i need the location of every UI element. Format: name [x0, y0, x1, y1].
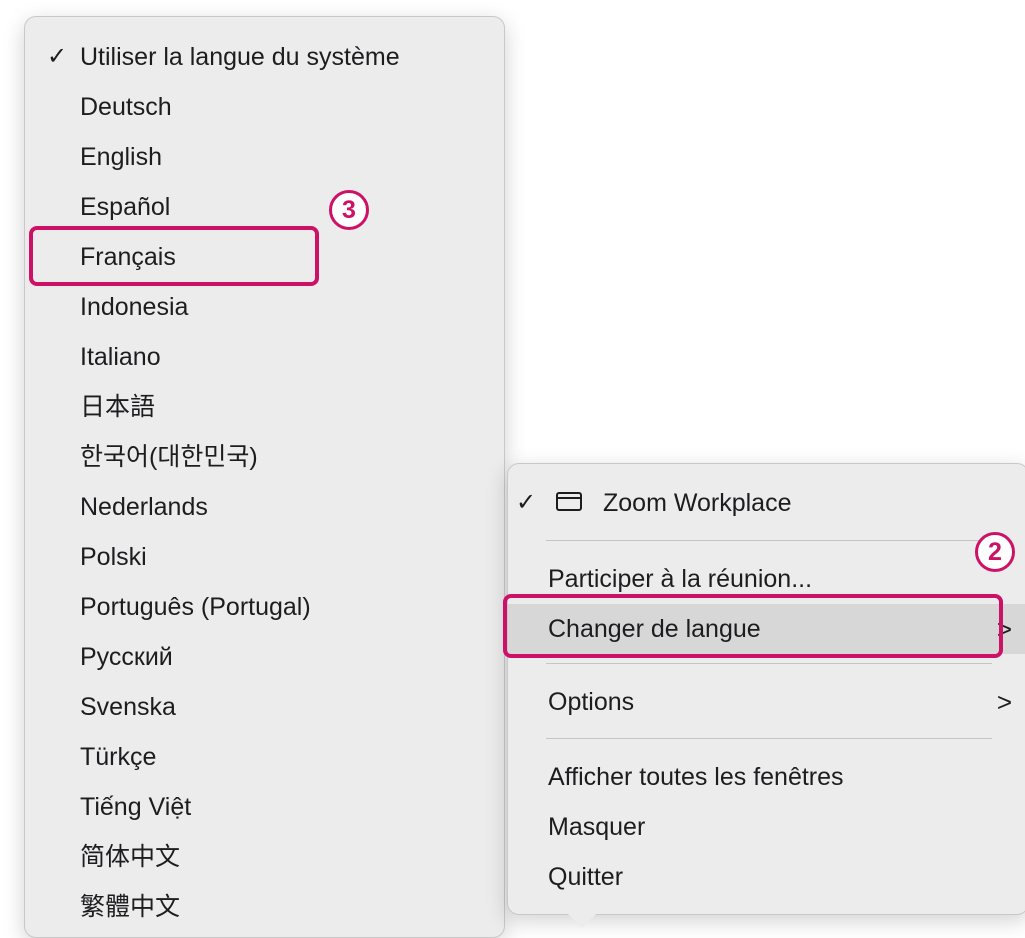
menu-item-label: 繁體中文: [80, 893, 181, 921]
step-3-badge: 3: [329, 190, 369, 230]
menu-item-portugues[interactable]: Português (Portugal): [25, 582, 504, 632]
menu-item-indonesia[interactable]: Indonesia: [25, 282, 504, 332]
menu-item-label: Svenska: [80, 693, 176, 721]
menu-item-italiano[interactable]: Italiano: [25, 332, 504, 382]
menu-item-vietnamese[interactable]: Tiếng Việt: [25, 782, 504, 832]
menu-separator: [546, 540, 992, 541]
menu-item-turkce[interactable]: Türkçe: [25, 732, 504, 782]
highlight-box-change-language: [503, 594, 1003, 658]
menu-item-label: Русский: [80, 643, 173, 671]
menu-pointer-arrow: [566, 912, 598, 928]
checkmark-icon: ✓: [47, 43, 68, 70]
menu-item-simplified-chinese[interactable]: 简体中文: [25, 832, 504, 882]
menu-item-label: Polski: [80, 543, 147, 571]
menu-item-label: 简体中文: [80, 843, 181, 871]
menu-item-espanol[interactable]: Español: [25, 182, 504, 232]
menu-item-label: Masquer: [548, 813, 646, 841]
menu-item-english[interactable]: English: [25, 132, 504, 182]
menu-item-zoom-workplace[interactable]: ✓ Zoom Workplace: [508, 478, 1025, 528]
menu-item-label: Utiliser la langue du système: [80, 43, 400, 71]
menu-item-quit[interactable]: Quitter: [508, 852, 1025, 902]
menu-item-label: Español: [80, 193, 171, 221]
menu-item-label: Português (Portugal): [80, 593, 311, 621]
menu-item-options[interactable]: Options >: [508, 677, 1025, 727]
menu-item-label: Participer à la réunion...: [548, 565, 813, 593]
menu-item-japanese[interactable]: 日本語: [25, 382, 504, 432]
menu-item-label: Deutsch: [80, 93, 172, 121]
menu-item-label: Afficher toutes les fenêtres: [548, 763, 844, 791]
menu-item-label: Zoom Workplace: [603, 489, 792, 517]
menu-item-hide[interactable]: Masquer: [508, 802, 1025, 852]
step-2-badge: 2: [975, 532, 1015, 572]
menu-item-label: 日本語: [80, 393, 156, 421]
menu-item-label: 한국어(대한민국): [80, 443, 258, 471]
menu-item-label: Indonesia: [80, 293, 189, 321]
menu-item-label: English: [80, 143, 162, 171]
menu-item-russian[interactable]: Русский: [25, 632, 504, 682]
menu-separator: [546, 663, 992, 664]
menu-item-korean[interactable]: 한국어(대한민국): [25, 432, 504, 482]
highlight-box-francais: [29, 226, 319, 286]
menu-item-nederlands[interactable]: Nederlands: [25, 482, 504, 532]
menu-item-traditional-chinese[interactable]: 繁體中文: [25, 882, 504, 932]
menu-item-show-all-windows[interactable]: Afficher toutes les fenêtres: [508, 752, 1025, 802]
language-submenu: ✓ Utiliser la langue du système Deutsch …: [24, 16, 505, 938]
window-icon: [556, 492, 582, 511]
menu-item-label: Tiếng Việt: [80, 793, 192, 821]
menu-item-deutsch[interactable]: Deutsch: [25, 82, 504, 132]
chevron-right-icon: >: [996, 687, 1012, 717]
menu-item-label: Nederlands: [80, 493, 208, 521]
menu-separator: [546, 738, 992, 739]
menu-item-polski[interactable]: Polski: [25, 532, 504, 582]
menu-item-svenska[interactable]: Svenska: [25, 682, 504, 732]
dock-context-menu: ✓ Zoom Workplace Participer à la réunion…: [507, 463, 1025, 915]
menu-item-label: Italiano: [80, 343, 161, 371]
menu-item-label: Quitter: [548, 863, 624, 891]
menu-item-label: Türkçe: [80, 743, 157, 771]
menu-item-system-language[interactable]: ✓ Utiliser la langue du système: [25, 32, 504, 82]
checkmark-icon: ✓: [516, 489, 537, 516]
menu-item-label: Options: [548, 688, 635, 716]
